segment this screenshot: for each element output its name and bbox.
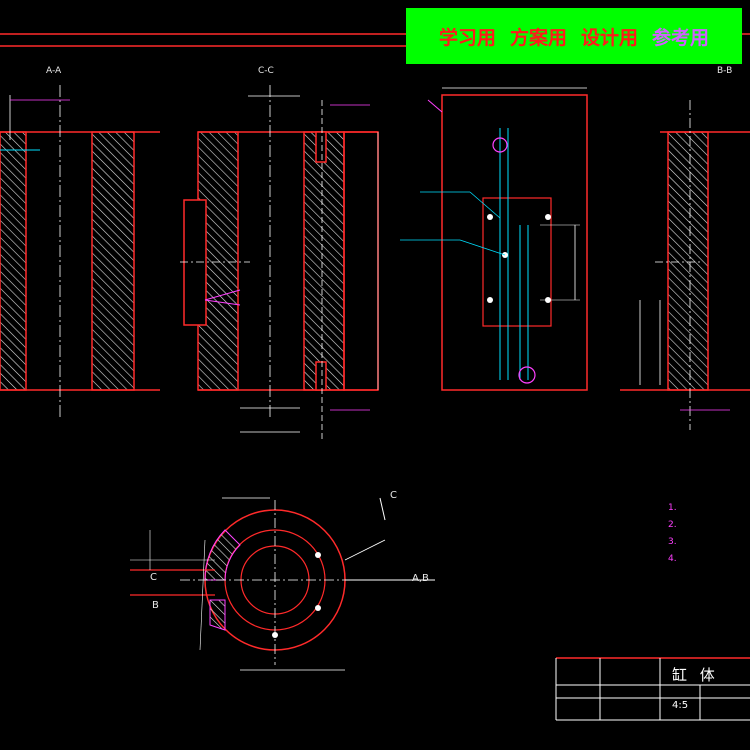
tech-item: 1. [668,503,677,513]
title-block [555,657,750,721]
section-mark-c-left: C [150,572,157,583]
technical-requirements: 1. 2. 3. 4. [668,500,677,568]
section-a-a [0,85,160,420]
banner-word-plan: 方案用 [509,26,567,49]
top-view-circular [130,497,435,671]
title-part-name: 缸 体 [672,666,719,684]
view-label-a-a: A-A [46,66,62,76]
banner-word-study: 学习用 [438,26,496,49]
view-label-b-b: B-B [717,66,733,76]
section-mark-c-upper: C [390,490,397,501]
usage-banner: 学习用 方案用 设计用 参考用 [406,8,742,64]
section-mark-ab-right: A,B [412,573,429,584]
banner-word-design: 设计用 [581,26,639,49]
tech-item: 2. [668,520,677,530]
section-b-b [620,100,750,430]
banner-word-reference: 参考用 [652,26,710,49]
view-label-c-c: C-C [258,66,274,76]
cad-drawing-canvas [0,33,750,721]
tech-item: 3. [668,537,677,547]
section-mark-b-left: B [152,600,159,611]
title-scale: 4:5 [672,700,689,711]
cad-drawing-viewport: 学习用 方案用 设计用 参考用 A-A C-C B-B C C B A,B 1.… [0,0,750,750]
section-c-c [180,85,379,440]
side-view [400,87,588,391]
tech-item: 4. [668,554,677,564]
